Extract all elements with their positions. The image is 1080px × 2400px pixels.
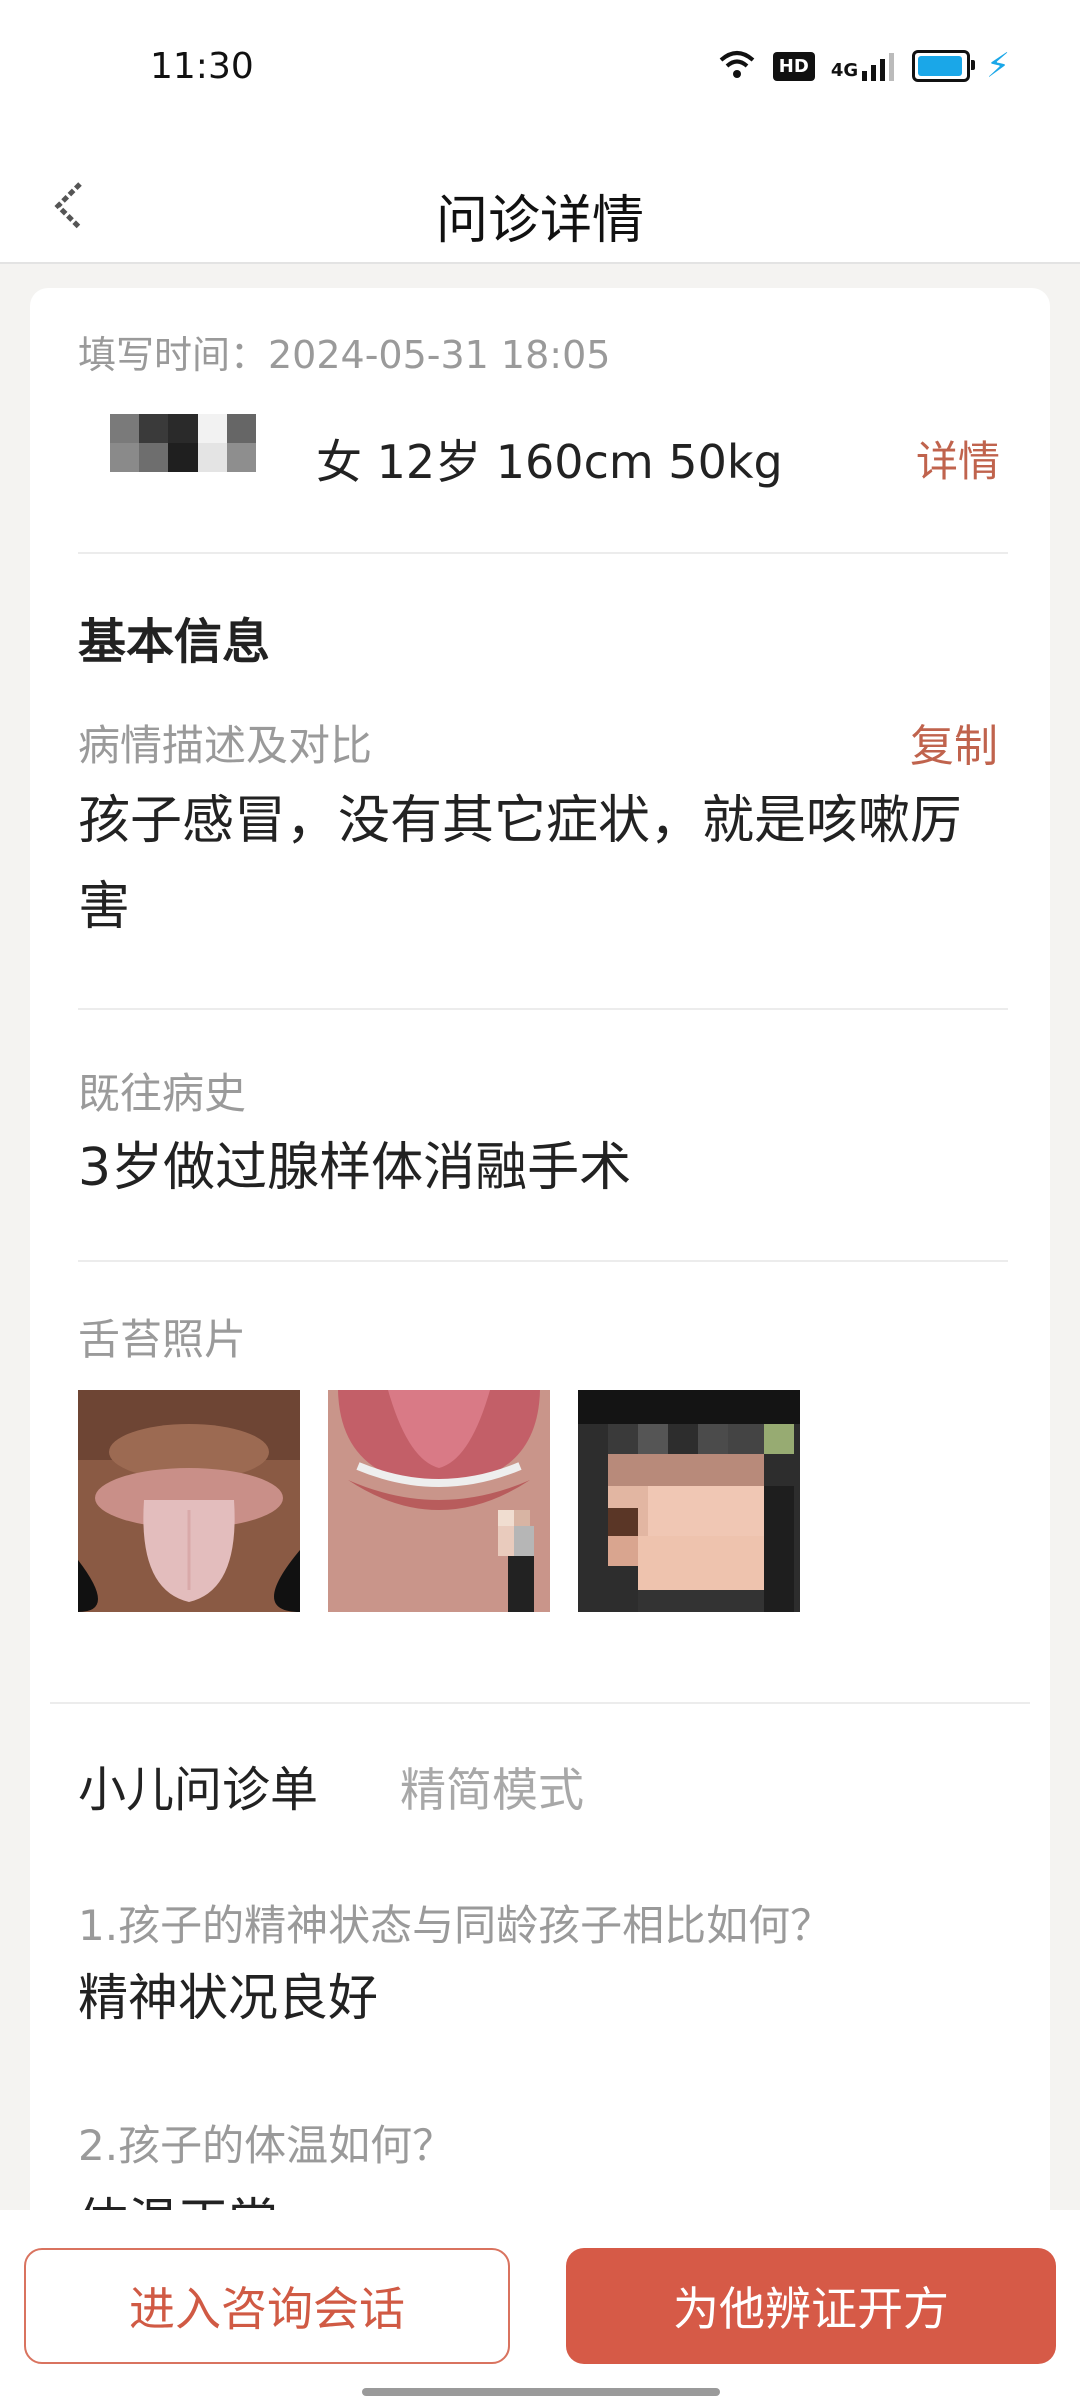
hd-icon: HD: [772, 51, 815, 81]
battery-fill: [918, 56, 962, 76]
question-1: 1.孩子的精神状态与同龄孩子相比如何？: [78, 1901, 833, 1950]
questionnaire-tabs: 小儿问诊单 精简模式: [78, 1750, 584, 1820]
bottom-action-bar: 进入咨询会话 为他辨证开方: [0, 2210, 1080, 2400]
divider: [78, 552, 1008, 554]
patient-info: 女 12岁 160cm 50kg: [316, 435, 783, 489]
consultation-card: 填写时间：2024-05-31 18:05 女 12岁 160cm 50kg 详…: [30, 288, 1050, 2251]
home-indicator[interactable]: [362, 2388, 720, 2396]
tab-simple-mode[interactable]: 精简模式: [400, 1754, 584, 1820]
battery-icon: [912, 50, 976, 82]
tongue-photo-label: 舌苔照片: [78, 1315, 247, 1364]
divider: [50, 1702, 1030, 1704]
enter-consultation-button[interactable]: 进入咨询会话: [24, 2248, 510, 2364]
patient-row: 女 12岁 160cm 50kg 详情: [80, 414, 1000, 514]
divider: [78, 1008, 1008, 1010]
copy-button[interactable]: 复制: [910, 710, 998, 774]
charging-icon: ⚡: [986, 46, 1010, 86]
status-bar: 11:30 HD 4G ⚡: [0, 0, 1080, 150]
description-label: 病情描述及对比: [78, 721, 373, 770]
nav-bar: 问诊详情: [0, 150, 1080, 264]
answer-1: 精神状况良好: [78, 1969, 378, 2027]
status-icons: HD 4G ⚡: [717, 48, 1010, 84]
page-title: 问诊详情: [435, 191, 644, 251]
tab-child-questionnaire[interactable]: 小儿问诊单: [78, 1750, 318, 1820]
tongue-photo-1[interactable]: [78, 1390, 300, 1612]
description-text: 孩子感冒，没有其它症状，就是咳嗽厉 害: [78, 778, 1008, 950]
prescribe-button[interactable]: 为他辨证开方: [566, 2248, 1056, 2364]
history-label: 既往病史: [78, 1069, 247, 1118]
description-line-1: 孩子感冒，没有其它症状，就是咳嗽厉: [78, 791, 963, 851]
question-2: 2.孩子的体温如何？: [78, 2121, 455, 2170]
history-text: 3岁做过腺样体消融手术: [78, 1138, 632, 1198]
basic-info-title: 基本信息: [78, 614, 271, 670]
detail-link[interactable]: 详情: [916, 428, 1000, 489]
tongue-photo-2[interactable]: [328, 1390, 550, 1612]
network-label: 4G: [830, 60, 859, 81]
divider: [78, 1260, 1008, 1262]
signal-icon: 4G: [831, 51, 896, 81]
status-time: 11:30: [150, 46, 254, 87]
description-line-2: 害: [78, 877, 131, 937]
tongue-photo-3[interactable]: [578, 1390, 800, 1612]
fill-time: 填写时间：2024-05-31 18:05: [78, 333, 611, 377]
avatar: [110, 414, 256, 472]
wifi-icon: [717, 48, 757, 84]
tongue-photos: [78, 1390, 800, 1612]
